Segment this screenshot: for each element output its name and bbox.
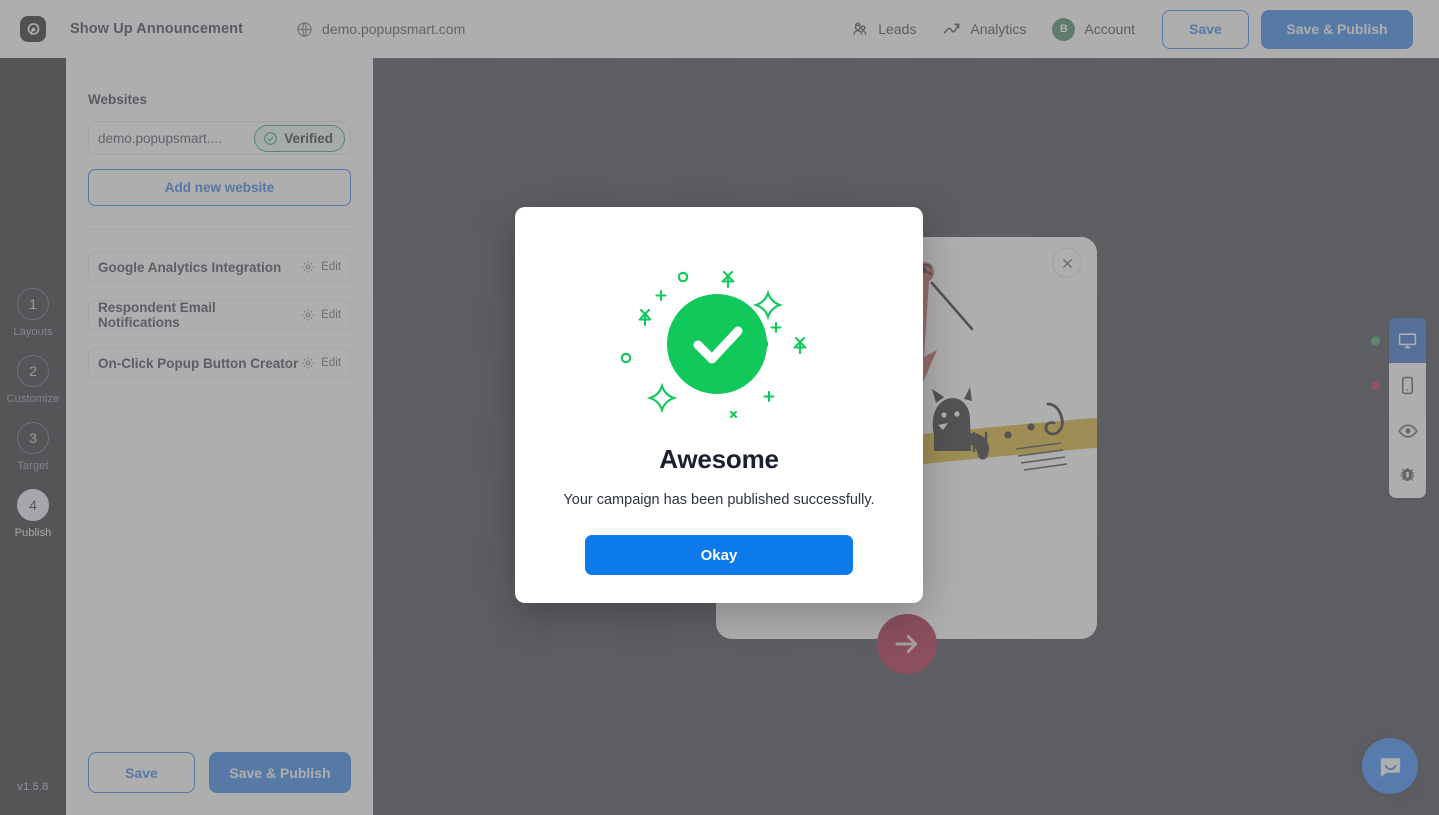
success-modal-title: Awesome	[659, 444, 779, 474]
success-illustration	[620, 270, 807, 419]
success-modal-subtitle: Your campaign has been published success…	[563, 492, 875, 508]
success-modal: Awesome Your campaign has been published…	[515, 207, 923, 603]
okay-button[interactable]: Okay	[585, 535, 853, 575]
success-check-sparkles-icon	[604, 259, 834, 429]
